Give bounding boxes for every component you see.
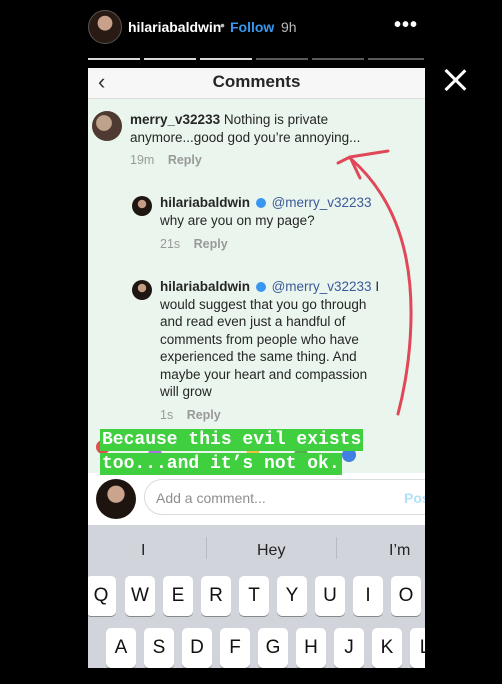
hand-drawn-arrow (336, 149, 413, 416)
story-text-overlay-line: Because this evil exists (100, 429, 364, 451)
key-l: L (410, 628, 425, 668)
story-screenshot: ‹ Comments merry_v32233 Nothing is priva… (88, 68, 425, 668)
story-text-overlay-line: too...and it’s not ok. (100, 453, 342, 475)
story-progress-segment (368, 58, 424, 60)
key-w: W (125, 576, 155, 616)
key-u: U (315, 576, 345, 616)
key-k: K (372, 628, 402, 668)
story-timestamp: 9h (281, 19, 297, 35)
keyboard-suggestion: I (141, 542, 146, 559)
key-r: R (201, 576, 231, 616)
key-i: I (353, 576, 383, 616)
suggestion-divider (206, 537, 207, 559)
follow-button[interactable]: Follow (230, 19, 274, 35)
more-options-icon[interactable]: ••• (394, 14, 418, 37)
story-progress-segment (200, 58, 252, 60)
key-t: T (239, 576, 269, 616)
key-y: Y (277, 576, 307, 616)
current-user-avatar (96, 479, 136, 519)
keyboard-suggestion: Hey (257, 542, 286, 559)
close-icon[interactable] (441, 66, 469, 94)
story-progress-segment (312, 58, 364, 60)
key-o: O (391, 576, 421, 616)
key-q: Q (88, 576, 116, 616)
story-progress-segment (144, 58, 196, 60)
key-s: S (144, 628, 174, 668)
key-a: A (106, 628, 136, 668)
post-button: Pos (404, 490, 425, 506)
key-e: E (163, 576, 193, 616)
keyboard-suggestion: I’m (389, 542, 411, 559)
header-separator: • (220, 17, 225, 33)
key-f: F (220, 628, 250, 668)
story-username[interactable]: hilariabaldwin (128, 19, 221, 35)
suggestion-divider (336, 537, 337, 559)
key-h: H (296, 628, 326, 668)
story-avatar[interactable] (88, 10, 122, 44)
key-g: G (258, 628, 288, 668)
key-d: D (182, 628, 212, 668)
key-j: J (334, 628, 364, 668)
story-progress-segment (88, 58, 140, 60)
story-progress-segment (256, 58, 308, 60)
comment-placeholder: Add a comment... (156, 490, 266, 506)
